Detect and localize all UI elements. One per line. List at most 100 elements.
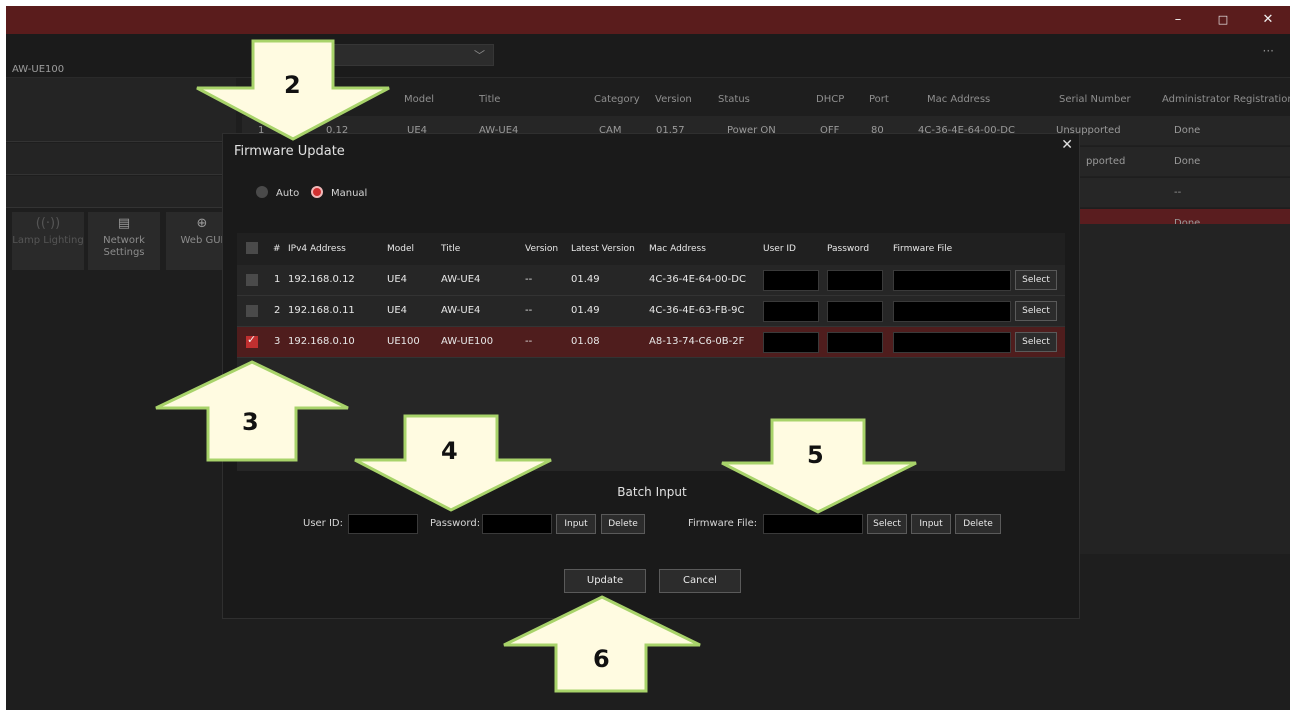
minimize-button[interactable]: –: [1156, 6, 1200, 34]
model-cell: UE100: [387, 336, 420, 347]
user-id-input[interactable]: [763, 270, 819, 291]
latest-version-cell: 01.49: [571, 305, 600, 316]
chevron-down-icon: ﹀: [474, 49, 485, 62]
cancel-button[interactable]: Cancel: [659, 569, 741, 593]
column-header: Model: [387, 244, 415, 254]
more-options-button[interactable]: ···: [1263, 44, 1274, 58]
select-file-button[interactable]: Select: [1015, 301, 1057, 321]
annotation-number: 3: [242, 408, 259, 436]
password-input[interactable]: [827, 301, 883, 322]
version-cell: --: [525, 336, 533, 347]
detail-panel: [1080, 224, 1290, 554]
mode-manual-radio[interactable]: Manual: [311, 186, 367, 199]
column-header: Firmware File: [893, 244, 953, 254]
column-header: IPv4 Address: [288, 244, 346, 254]
user-id-input[interactable]: [763, 301, 819, 322]
batch-firmware-file-label: Firmware File:: [688, 518, 758, 529]
batch-firmware-file-input[interactable]: [763, 514, 863, 534]
column-header: User ID: [763, 244, 796, 254]
row-checkbox[interactable]: [246, 305, 258, 317]
model-cell: UE4: [387, 274, 407, 285]
batch-user-id-input[interactable]: [348, 514, 418, 534]
column-header: Title: [479, 94, 501, 105]
table-row[interactable]: 2 192.168.0.11 UE4 AW-UE4 -- 01.49 4C-36…: [237, 296, 1065, 327]
batch-user-id-label: User ID:: [303, 518, 343, 529]
firmware-file-input[interactable]: [893, 332, 1011, 353]
row-number: 1: [274, 274, 281, 285]
column-header: Category: [594, 94, 640, 105]
select-file-button[interactable]: Select: [1015, 270, 1057, 290]
annotation-number: 5: [807, 441, 824, 469]
row-number: 2: [274, 305, 281, 316]
row-number: 3: [274, 336, 281, 347]
title-cell: AW-UE4: [441, 274, 481, 285]
batch-password-label: Password:: [430, 518, 481, 529]
device-info-block: [6, 143, 236, 175]
radio-dot: [256, 186, 268, 198]
button-label: Network Settings: [103, 235, 145, 258]
batch-delete-button[interactable]: Delete: [601, 514, 645, 534]
column-header: Serial Number: [1059, 94, 1131, 105]
password-input[interactable]: [827, 270, 883, 291]
latest-version-cell: 01.08: [571, 336, 600, 347]
dialog-title: Firmware Update: [234, 144, 345, 159]
ip-cell: 192.168.0.12: [288, 274, 355, 285]
row-checkbox-checked[interactable]: [246, 333, 258, 348]
table-row-selected[interactable]: 3 192.168.0.10 UE100 AW-UE100 -- 01.08 A…: [237, 327, 1065, 358]
mac-cell: A8-13-74-C6-0B-2F: [649, 336, 745, 347]
column-header: Status: [718, 94, 750, 105]
batch-select-button[interactable]: Select: [867, 514, 907, 534]
password-input[interactable]: [827, 332, 883, 353]
firmware-file-input[interactable]: [893, 270, 1011, 291]
mac-cell: 4C-36-4E-64-00-DC: [649, 274, 746, 285]
radio-label: Manual: [331, 188, 368, 199]
table-row[interactable]: 1 192.168.0.12 UE4 AW-UE4 -- 01.49 4C-36…: [237, 265, 1065, 296]
title-cell: AW-UE100: [441, 336, 494, 347]
column-header: Mac Address: [927, 94, 991, 105]
row-checkbox[interactable]: [246, 274, 258, 286]
button-label: Web GUI: [180, 235, 224, 246]
close-dialog-button[interactable]: ✕: [1061, 137, 1073, 153]
column-header: Model: [404, 94, 435, 105]
device-info-block: [6, 176, 236, 208]
batch-input-button[interactable]: Input: [556, 514, 596, 534]
mac-cell: 4C-36-4E-63-FB-9C: [649, 305, 745, 316]
network-settings-button[interactable]: ▤ Network Settings: [88, 212, 160, 270]
select-all-checkbox[interactable]: [246, 242, 258, 254]
table-header: # IPv4 Address Model Title Version Lates…: [237, 233, 1065, 265]
title-bar: – □ ✕: [6, 6, 1290, 34]
latest-version-cell: 01.49: [571, 274, 600, 285]
column-header: Latest Version: [571, 244, 635, 254]
batch-input-file-button[interactable]: Input: [911, 514, 951, 534]
column-header: Mac Address: [649, 244, 706, 254]
firmware-file-input[interactable]: [893, 301, 1011, 322]
version-cell: --: [525, 305, 533, 316]
mode-auto-radio[interactable]: Auto: [256, 186, 299, 199]
maximize-button[interactable]: □: [1201, 6, 1245, 34]
ip-cell: 192.168.0.11: [288, 305, 355, 316]
title-cell: AW-UE4: [441, 305, 481, 316]
lamp-lighting-button[interactable]: ((·)) Lamp Lighting: [12, 212, 84, 270]
batch-delete-file-button[interactable]: Delete: [955, 514, 1001, 534]
update-button[interactable]: Update: [564, 569, 646, 593]
signal-icon: ((·)): [35, 216, 61, 231]
admin-cell: Done: [1174, 156, 1201, 167]
annotation-number: 2: [284, 71, 301, 99]
annotation-number: 4: [441, 437, 458, 465]
column-header: #: [273, 244, 281, 254]
network-settings-icon: ▤: [117, 216, 131, 231]
close-window-button[interactable]: ✕: [1246, 6, 1290, 34]
batch-password-input[interactable]: [482, 514, 552, 534]
serial-cell: pported: [1086, 156, 1126, 167]
button-label: Lamp Lighting: [12, 235, 84, 246]
annotation-number: 6: [593, 645, 610, 673]
column-header: Password: [827, 244, 870, 254]
column-header: Port: [869, 94, 889, 105]
radio-dot: [311, 186, 323, 198]
model-cell: UE4: [387, 305, 407, 316]
column-header: Version: [525, 244, 559, 254]
admin-cell: Done: [1174, 125, 1201, 136]
select-file-button[interactable]: Select: [1015, 332, 1057, 352]
user-id-input[interactable]: [763, 332, 819, 353]
column-header: DHCP: [816, 94, 845, 105]
